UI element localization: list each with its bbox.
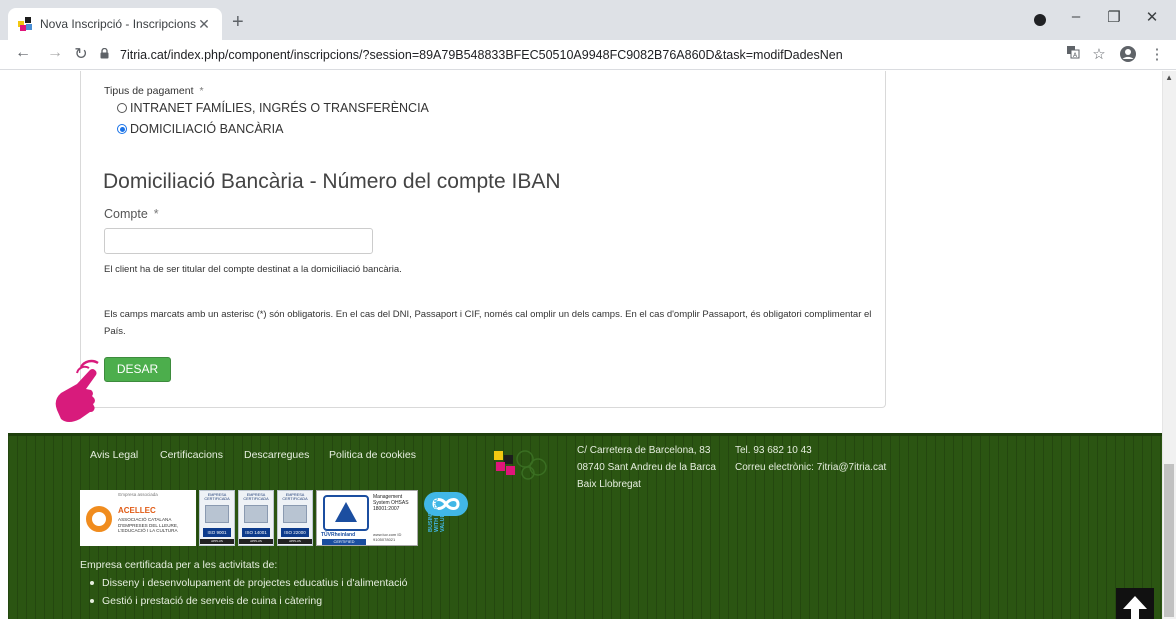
arrow-up-icon <box>1123 596 1147 619</box>
star-icon[interactable]: ☆ <box>1088 45 1110 63</box>
certificate-icon <box>205 505 229 523</box>
browser-toolbar: ← → ↻ 7itria.cat/index.php/component/ins… <box>0 40 1176 70</box>
list-item: Gestió i prestació de serveis de cuina i… <box>90 592 408 610</box>
scroll-up-arrow-icon[interactable]: ▲ <box>1165 73 1173 82</box>
minimize-button[interactable]: – <box>1056 8 1096 25</box>
company-contact: Tel. 93 682 10 43 Correu electrònic: 7it… <box>735 442 886 476</box>
profile-icon[interactable] <box>1117 45 1139 67</box>
account-iban-input[interactable] <box>104 228 373 254</box>
social-value-badge[interactable]: BUSINESS WITH SOCIAL VALUE <box>423 490 473 546</box>
reload-button[interactable]: ↻ <box>70 44 92 64</box>
required-marker: * <box>153 207 159 221</box>
account-help-text: El client ha de ser titular del compte d… <box>104 264 402 275</box>
iso-22000-badge[interactable]: EMPRESA CERTIFICADA ISO 22000 APPLUS <box>277 490 313 546</box>
restore-button[interactable]: ❐ <box>1094 8 1134 26</box>
required-marker: * <box>199 85 204 97</box>
certified-activities-list: Disseny i desenvolupament de projectes e… <box>90 574 408 610</box>
close-window-button[interactable]: ✕ <box>1132 8 1172 26</box>
acellec-logo-icon <box>86 506 112 532</box>
browser-tab-strip: Nova Inscripció - Inscripcions Me ✕ + – … <box>0 0 1176 40</box>
footer-link-certifications[interactable]: Certificacions <box>160 449 223 461</box>
lock-icon[interactable] <box>100 47 114 62</box>
company-logo <box>494 450 547 480</box>
tuv-logo-icon <box>323 495 369 531</box>
pointing-hand-icon <box>55 359 99 422</box>
certificate-icon <box>244 505 268 523</box>
certification-badges: Empresa associada ACELLEC ASSOCIACIÓ CAT… <box>80 490 473 546</box>
footer-link-downloads[interactable]: Descarregues <box>244 449 309 461</box>
list-item: Disseny i desenvolupament de projectes e… <box>90 574 408 592</box>
tab-title: Nova Inscripció - Inscripcions Me <box>40 17 196 31</box>
footer-link-cookies[interactable]: Politica de cookies <box>329 449 416 461</box>
payment-option-intranet[interactable]: INTRANET FAMÍLIES, INGRÉS O TRANSFERÈNCI… <box>117 101 429 115</box>
company-address: C/ Carretera de Barcelona, 83 08740 Sant… <box>577 445 716 490</box>
iso-14001-badge[interactable]: EMPRESA CERTIFICADA ISO 14001 APPLUS <box>238 490 274 546</box>
back-to-top-button[interactable] <box>1116 588 1154 619</box>
tuv-ohsas-badge[interactable]: TÜVRheinland CERTIFIED Management System… <box>316 490 418 546</box>
save-button[interactable]: DESAR <box>104 357 171 382</box>
registration-form: Tipus de pagament * INTRANET FAMÍLIES, IN… <box>80 71 886 408</box>
certificate-icon <box>283 505 307 523</box>
radio-intranet[interactable] <box>117 103 127 113</box>
url-text[interactable]: 7itria.cat/index.php/component/inscripci… <box>120 48 843 62</box>
radio-direct-debit[interactable] <box>117 124 127 134</box>
phone-number: Tel. 93 682 10 43 <box>735 445 812 456</box>
tab-close-icon[interactable]: ✕ <box>196 16 212 33</box>
iban-section-title: Domiciliació Bancària - Número del compt… <box>103 170 561 193</box>
certifications-title: Empresa certificada per a les activitats… <box>80 559 278 571</box>
scrollbar-thumb[interactable] <box>1164 464 1174 617</box>
page-viewport: Tipus de pagament * INTRANET FAMÍLIES, IN… <box>0 71 1176 619</box>
email-line[interactable]: Correu electrònic: 7itria@7itria.cat <box>735 459 886 476</box>
required-fields-note: Els camps marcats amb un asterisc (*) só… <box>104 309 872 337</box>
payment-type-label: Tipus de pagament * <box>104 85 204 97</box>
site-favicon-icon <box>18 17 32 31</box>
site-footer: Avis Legal Certificacions Descarregues P… <box>8 433 1162 619</box>
footer-link-legal[interactable]: Avis Legal <box>90 449 138 461</box>
page-scrollbar[interactable]: ▲ <box>1162 71 1176 619</box>
payment-option-direct-debit[interactable]: DOMICILIACIÓ BANCÀRIA <box>117 122 284 136</box>
translate-icon[interactable]: A <box>1062 45 1084 63</box>
iso-9001-badge[interactable]: EMPRESA CERTIFICADA ISO 9001 APPLUS <box>199 490 235 546</box>
browser-tab[interactable]: Nova Inscripció - Inscripcions Me ✕ <box>8 8 222 40</box>
new-tab-button[interactable]: + <box>232 12 244 32</box>
back-button[interactable]: ← <box>12 44 34 62</box>
tab-search-icon[interactable] <box>1034 14 1046 26</box>
acellec-badge[interactable]: Empresa associada ACELLEC ASSOCIACIÓ CAT… <box>80 490 196 546</box>
menu-icon[interactable]: ⋮ <box>1146 45 1168 63</box>
forward-button[interactable]: → <box>44 44 66 62</box>
address-bar[interactable]: 7itria.cat/index.php/component/inscripci… <box>100 43 1110 67</box>
payment-option-label: DOMICILIACIÓ BANCÀRIA <box>130 122 284 136</box>
payment-option-label: INTRANET FAMÍLIES, INGRÉS O TRANSFERÈNCI… <box>130 101 429 115</box>
account-label: Compte * <box>104 207 159 221</box>
